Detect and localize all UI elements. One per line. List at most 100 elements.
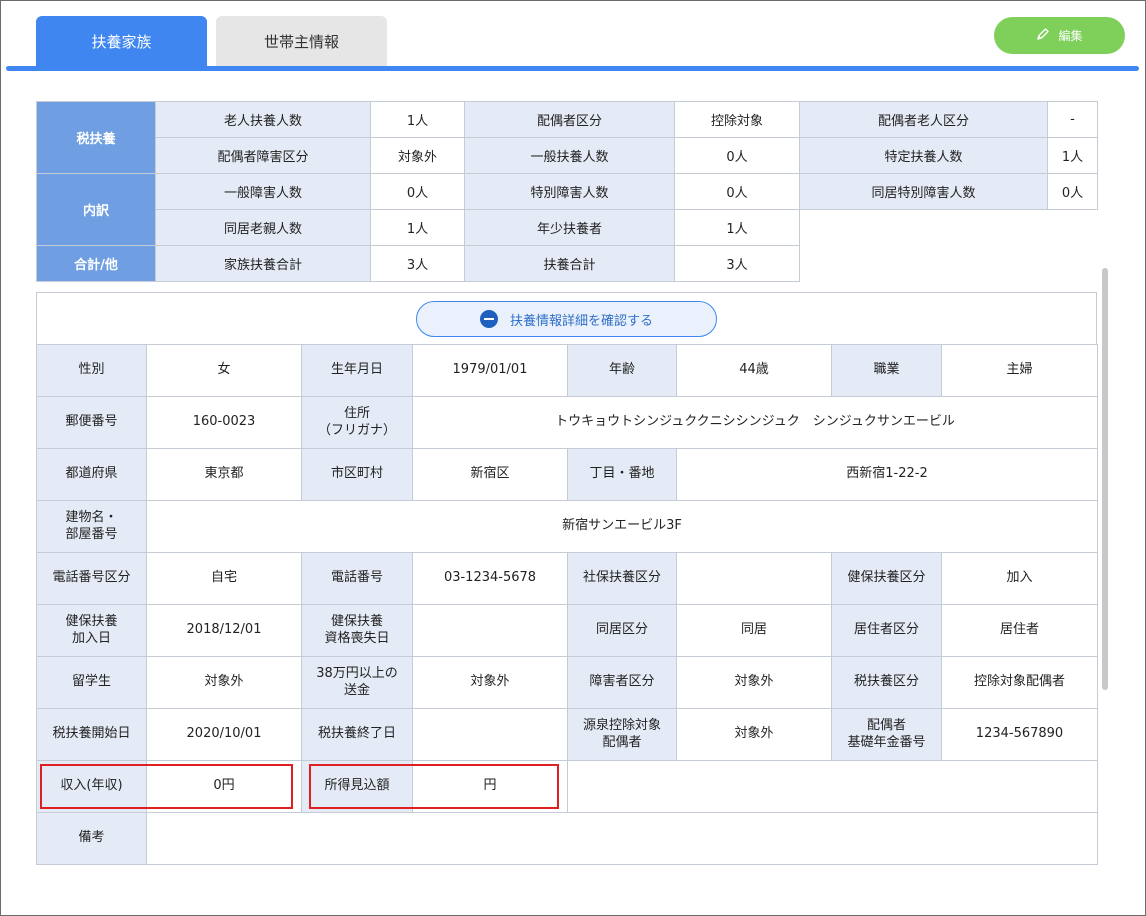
label-elderly-count: 老人扶養人数 bbox=[155, 101, 371, 138]
value-spouse-disability: 対象外 bbox=[370, 137, 465, 174]
value-prefecture: 東京都 bbox=[146, 448, 302, 501]
value-address-kana: トウキョウトシンジュククニシシンジュク シンジュクサンエービル bbox=[412, 396, 1098, 449]
value-building: 新宿サンエービル3F bbox=[146, 500, 1098, 553]
value-social-insurance bbox=[676, 552, 832, 605]
value-general-dependents: 0人 bbox=[674, 137, 800, 174]
label-health-join-date: 健保扶養 加入日 bbox=[36, 604, 147, 657]
label-family-total: 家族扶養合計 bbox=[155, 245, 371, 282]
label-cohabitation: 同居区分 bbox=[567, 604, 677, 657]
detail-toggle-label: 扶養情報詳細を確認する bbox=[509, 313, 653, 329]
table-row: 内訳 一般障害人数 0人 特別障害人数 0人 同居特別障害人数 0人 bbox=[36, 173, 1098, 246]
value-gender: 女 bbox=[146, 344, 302, 397]
label-resident: 居住者区分 bbox=[831, 604, 942, 657]
table-row: 備考 bbox=[36, 812, 1098, 865]
label-occupation: 職業 bbox=[831, 344, 942, 397]
value-elderly-count: 1人 bbox=[370, 101, 465, 138]
table-row: 同居老親人数 1人 年少扶養者 1人 bbox=[37, 209, 1098, 246]
pencil-icon bbox=[1036, 27, 1050, 44]
table-row: 合計/他 家族扶養合計 3人 扶養合計 3人 bbox=[36, 245, 1098, 282]
label-remittance: 38万円以上の 送金 bbox=[301, 656, 413, 709]
value-spouse-elderly: - bbox=[1047, 101, 1098, 138]
label-minor-dependents: 年少扶養者 bbox=[464, 209, 675, 246]
table-row: 税扶養開始日 2020/10/01 税扶養終了日 源泉控除対象 配偶者 対象外 配… bbox=[36, 708, 1098, 761]
value-tax-dependent-type: 控除対象配偶者 bbox=[941, 656, 1098, 709]
label-spouse-type: 配偶者区分 bbox=[464, 101, 675, 138]
table-row: 電話番号区分 自宅 電話番号 03-1234-5678 社保扶養区分 健保扶養区… bbox=[36, 552, 1098, 605]
label-special-disability: 特別障害人数 bbox=[464, 173, 675, 210]
label-health-insurance: 健保扶養区分 bbox=[831, 552, 942, 605]
vertical-scrollbar[interactable] bbox=[1102, 268, 1108, 690]
value-postal-code: 160-0023 bbox=[146, 396, 302, 449]
table-row: 配偶者障害区分 対象外 一般扶養人数 0人 特定扶養人数 1人 bbox=[37, 137, 1098, 174]
value-birthdate: 1979/01/01 bbox=[412, 344, 568, 397]
label-health-loss-date: 健保扶養 資格喪失日 bbox=[301, 604, 413, 657]
minus-circle-icon bbox=[479, 310, 498, 328]
value-withholding-spouse: 対象外 bbox=[676, 708, 832, 761]
value-special-disability: 0人 bbox=[674, 173, 800, 210]
table-row: 都道府県 東京都 市区町村 新宿区 丁目・番地 西新宿1-22-2 bbox=[36, 448, 1098, 501]
value-phone-type: 自宅 bbox=[146, 552, 302, 605]
value-street: 西新宿1-22-2 bbox=[676, 448, 1098, 501]
label-city: 市区町村 bbox=[301, 448, 413, 501]
edit-button-label: 編集 bbox=[1058, 29, 1083, 43]
value-disability: 対象外 bbox=[676, 656, 832, 709]
label-street: 丁目・番地 bbox=[567, 448, 677, 501]
label-student: 留学生 bbox=[36, 656, 147, 709]
tab-dependents[interactable]: 扶養家族 bbox=[36, 16, 207, 66]
label-postal-code: 郵便番号 bbox=[36, 396, 147, 449]
value-minor-dependents: 1人 bbox=[674, 209, 800, 246]
label-prefecture: 都道府県 bbox=[36, 448, 147, 501]
table-row: 税扶養 老人扶養人数 1人 配偶者区分 控除対象 配偶者老人区分 - bbox=[36, 101, 1098, 174]
value-cohabiting-elderly-parents: 1人 bbox=[370, 209, 465, 246]
label-dependents-total: 扶養合計 bbox=[464, 245, 675, 282]
tab-underline bbox=[6, 66, 1139, 71]
label-social-insurance: 社保扶養区分 bbox=[567, 552, 677, 605]
label-phone-type: 電話番号区分 bbox=[36, 552, 147, 605]
value-age: 44歳 bbox=[676, 344, 832, 397]
value-tax-start-date: 2020/10/01 bbox=[146, 708, 302, 761]
value-tax-end-date bbox=[412, 708, 568, 761]
tab-householder-info[interactable]: 世帯主情報 bbox=[216, 16, 387, 66]
value-pension-number: 1234-567890 bbox=[941, 708, 1098, 761]
label-specific-dependents: 特定扶養人数 bbox=[799, 137, 1048, 174]
table-row: 性別 女 生年月日 1979/01/01 年齢 44歳 職業 主婦 bbox=[36, 344, 1098, 397]
value-health-join-date: 2018/12/01 bbox=[146, 604, 302, 657]
edit-button[interactable]: 編集 bbox=[994, 17, 1125, 54]
table-row: 建物名・ 部屋番号 新宿サンエービル3F bbox=[36, 500, 1098, 553]
value-occupation: 主婦 bbox=[941, 344, 1098, 397]
label-cohabiting-special-disability: 同居特別障害人数 bbox=[799, 173, 1048, 210]
value-family-total: 3人 bbox=[370, 245, 465, 282]
label-pension-number: 配偶者 基礎年金番号 bbox=[831, 708, 942, 761]
label-spouse-disability: 配偶者障害区分 bbox=[155, 137, 371, 174]
value-cohabitation: 同居 bbox=[676, 604, 832, 657]
value-dependents-total: 3人 bbox=[674, 245, 800, 282]
label-cohabiting-elderly-parents: 同居老親人数 bbox=[155, 209, 371, 246]
label-gender: 性別 bbox=[36, 344, 147, 397]
value-resident: 居住者 bbox=[941, 604, 1098, 657]
value-health-loss-date bbox=[412, 604, 568, 657]
value-phone: 03-1234-5678 bbox=[412, 552, 568, 605]
table-row: 郵便番号 160-0023 住所 （フリガナ） トウキョウトシンジュククニシシンジ… bbox=[36, 396, 1098, 449]
value-remarks bbox=[146, 812, 1098, 865]
label-phone: 電話番号 bbox=[301, 552, 413, 605]
table-row: 健保扶養 加入日 2018/12/01 健保扶養 資格喪失日 同居区分 同居 居住者… bbox=[36, 604, 1098, 657]
value-city: 新宿区 bbox=[412, 448, 568, 501]
category-breakdown: 内訳 bbox=[36, 173, 156, 246]
value-remittance: 対象外 bbox=[412, 656, 568, 709]
value-spouse-type: 控除対象 bbox=[674, 101, 800, 138]
label-tax-end-date: 税扶養終了日 bbox=[301, 708, 413, 761]
category-tax-dependents: 税扶養 bbox=[36, 101, 156, 174]
label-spouse-elderly: 配偶者老人区分 bbox=[799, 101, 1048, 138]
label-age: 年齢 bbox=[567, 344, 677, 397]
label-disability: 障害者区分 bbox=[567, 656, 677, 709]
label-building: 建物名・ 部屋番号 bbox=[36, 500, 147, 553]
label-withholding-spouse: 源泉控除対象 配偶者 bbox=[567, 708, 677, 761]
dependents-summary-table: 税扶養 老人扶養人数 1人 配偶者区分 控除対象 配偶者老人区分 - 配偶者障害… bbox=[36, 101, 1098, 282]
category-total-other: 合計/他 bbox=[36, 245, 156, 282]
detail-toggle-button[interactable]: 扶養情報詳細を確認する bbox=[416, 301, 717, 337]
value-cohabiting-special-disability: 0人 bbox=[1047, 173, 1098, 210]
value-specific-dependents: 1人 bbox=[1047, 137, 1098, 174]
label-general-dependents: 一般扶養人数 bbox=[464, 137, 675, 174]
label-tax-start-date: 税扶養開始日 bbox=[36, 708, 147, 761]
label-birthdate: 生年月日 bbox=[301, 344, 413, 397]
